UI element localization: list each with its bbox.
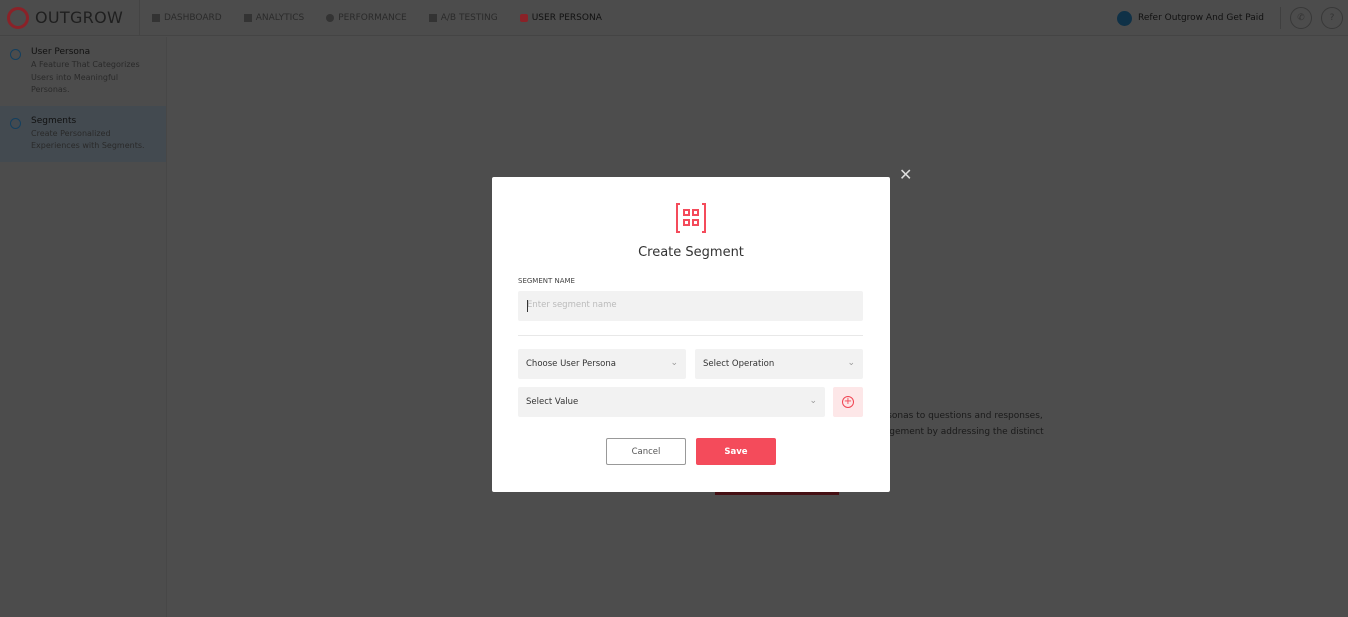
segment-name-input[interactable]: Enter segment name: [518, 291, 863, 321]
chevron-down-icon: ⌄: [847, 358, 855, 368]
value-select[interactable]: Select Value ⌄: [518, 387, 825, 417]
user-persona-select[interactable]: Choose User Persona ⌄: [518, 349, 686, 379]
tag-icon: [519, 13, 528, 22]
background-description: ersonas to questions and responses, gagem…: [878, 411, 1044, 437]
chevron-down-icon: ⌄: [670, 358, 678, 368]
sidebar-item-user-persona[interactable]: User Persona A Feature That Categorizes U…: [0, 37, 166, 106]
sidebar: User Persona A Feature That Categorizes U…: [0, 37, 167, 617]
chevron-down-icon: ⌄: [809, 396, 817, 406]
help-button[interactable]: ?: [1321, 7, 1343, 29]
top-nav: OUTGROW DASHBOARD ANALYTICS PERFORMANCE …: [0, 0, 1348, 36]
create-segment-modal: Create Segment SEGMENT NAME Enter segmen…: [492, 177, 890, 492]
cancel-button[interactable]: Cancel: [606, 438, 686, 465]
gear-icon: [10, 49, 21, 60]
ab-grid-icon: [428, 13, 437, 22]
operation-select[interactable]: Select Operation ⌄: [695, 349, 863, 379]
phone-icon: ✆: [1297, 13, 1305, 23]
user-icon: [10, 117, 21, 129]
nav-dashboard[interactable]: DASHBOARD: [152, 13, 222, 23]
nav-performance[interactable]: PERFORMANCE: [326, 13, 407, 23]
phone-button[interactable]: ✆: [1290, 7, 1312, 29]
nav-user-persona[interactable]: USER PERSONA: [519, 13, 602, 23]
logo-icon: [7, 6, 29, 29]
refer-link[interactable]: Refer Outgrow And Get Paid: [1117, 7, 1281, 29]
modal-title: Create Segment: [638, 245, 744, 260]
close-icon[interactable]: ✕: [899, 165, 912, 184]
plus-circle-icon: +: [842, 396, 854, 408]
bar-chart-icon: [243, 13, 252, 22]
sidebar-item-segments[interactable]: Segments Create Personalized Experiences …: [0, 105, 166, 162]
segment-icon: [676, 203, 706, 233]
divider: [518, 335, 863, 336]
add-condition-button[interactable]: +: [833, 387, 863, 417]
gauge-icon: [326, 13, 335, 22]
refer-avatar-icon: [1117, 10, 1132, 26]
nav-analytics[interactable]: ANALYTICS: [243, 13, 304, 23]
segment-name-label: SEGMENT NAME: [518, 277, 575, 285]
dashboard-icon: [152, 13, 160, 22]
save-button[interactable]: Save: [696, 438, 776, 465]
nav-ab-testing[interactable]: A/B TESTING: [428, 13, 498, 23]
logo[interactable]: OUTGROW: [0, 0, 140, 36]
